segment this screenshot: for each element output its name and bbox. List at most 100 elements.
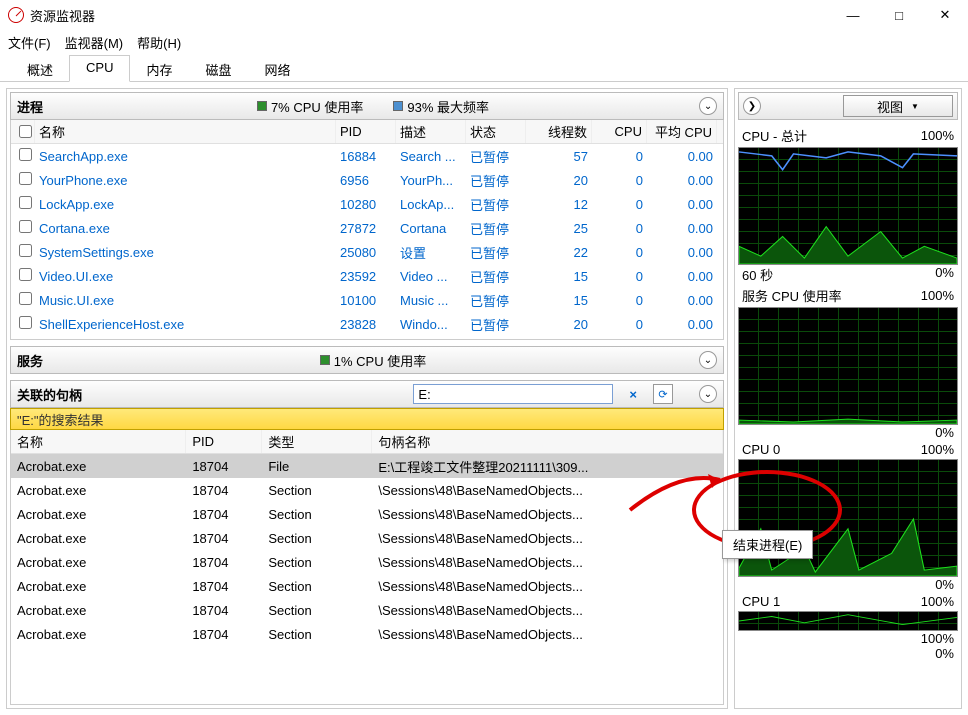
col-pid[interactable]: PID	[336, 120, 396, 143]
cell-pid: 10280	[336, 197, 396, 212]
row-checkbox[interactable]	[19, 148, 32, 161]
hcol-pid[interactable]: PID	[186, 430, 262, 453]
cell-cpu: 0	[592, 317, 647, 332]
window-title: 资源监视器	[30, 6, 830, 25]
services-title: 服务	[17, 351, 67, 370]
hcol-handle-name[interactable]: 句柄名称	[372, 430, 723, 453]
col-status[interactable]: 状态	[466, 120, 526, 143]
content: 进程 7% CPU 使用率 93% 最大频率 ⌄ 名称 PID 描述 状态 线程…	[0, 82, 968, 715]
minimize-button[interactable]: —	[830, 0, 876, 30]
row-checkbox[interactable]	[19, 196, 32, 209]
col-threads[interactable]: 线程数	[526, 120, 592, 143]
table-row[interactable]: Acrobat.exe 18704 Section \Sessions\48\B…	[11, 574, 723, 598]
cell-avg: 0.00	[647, 269, 717, 284]
cell-status: 已暂停	[466, 147, 526, 166]
table-row[interactable]: Acrobat.exe 18704 Section \Sessions\48\B…	[11, 622, 723, 646]
table-row[interactable]: Acrobat.exe 18704 File E:\工程竣工文件整理202111…	[11, 454, 723, 478]
chart-graph	[738, 459, 958, 577]
cell-desc: Windo...	[396, 317, 466, 332]
col-name[interactable]: 名称	[35, 120, 336, 143]
chart-block: 服务 CPU 使用率 100% 0%	[738, 284, 958, 440]
cell-pid: 18704	[186, 459, 262, 474]
row-checkbox[interactable]	[19, 268, 32, 281]
table-row[interactable]: LockApp.exe 10280 LockAp... 已暂停 12 0 0.0…	[11, 192, 723, 216]
cell-cpu: 0	[592, 173, 647, 188]
menu-help[interactable]: 帮助(H)	[137, 33, 181, 52]
col-desc[interactable]: 描述	[396, 120, 466, 143]
cell-handle: \Sessions\48\BaseNamedObjects...	[372, 555, 723, 570]
handles-title: 关联的句柄	[17, 385, 82, 404]
cell-avg: 0.00	[647, 173, 717, 188]
handle-search-input[interactable]	[413, 384, 613, 404]
table-row[interactable]: ShellExperienceHost.exe 23828 Windo... 已…	[11, 312, 723, 336]
chart-max: 100%	[921, 442, 954, 457]
row-checkbox[interactable]	[19, 220, 32, 233]
cell-pid: 27872	[336, 221, 396, 236]
col-avg-cpu[interactable]: 平均 CPU	[647, 120, 717, 143]
expand-icon[interactable]: ⌄	[699, 351, 717, 369]
hcol-name[interactable]: 名称	[11, 430, 186, 453]
cell-name: Acrobat.exe	[11, 531, 186, 546]
cell-handle: \Sessions\48\BaseNamedObjects...	[372, 483, 723, 498]
tab-cpu[interactable]: CPU	[69, 55, 130, 82]
cell-name: YourPhone.exe	[35, 173, 336, 188]
row-checkbox[interactable]	[19, 292, 32, 305]
chart-footer-left: 60 秒	[742, 265, 773, 284]
table-row[interactable]: YourPhone.exe 6956 YourPh... 已暂停 20 0 0.…	[11, 168, 723, 192]
cell-pid: 18704	[186, 507, 262, 522]
chart-block: CPU 0 100% 0%	[738, 440, 958, 592]
col-cpu[interactable]: CPU	[592, 120, 647, 143]
cell-avg: 0.00	[647, 149, 717, 164]
table-row[interactable]: Music.UI.exe 10100 Music ... 已暂停 15 0 0.…	[11, 288, 723, 312]
menu-monitor[interactable]: 监视器(M)	[65, 33, 124, 52]
table-row[interactable]: Acrobat.exe 18704 Section \Sessions\48\B…	[11, 598, 723, 622]
cell-desc: 设置	[396, 243, 466, 262]
row-checkbox[interactable]	[19, 172, 32, 185]
left-pane: 进程 7% CPU 使用率 93% 最大频率 ⌄ 名称 PID 描述 状态 线程…	[6, 88, 728, 709]
hcol-type[interactable]: 类型	[262, 430, 372, 453]
collapse-right-icon[interactable]: ❯	[743, 97, 761, 115]
chart-title: 服务 CPU 使用率	[742, 286, 842, 305]
cell-threads: 15	[526, 269, 592, 284]
tab-memory[interactable]: 内存	[129, 55, 189, 82]
cell-name: Acrobat.exe	[11, 483, 186, 498]
view-button[interactable]: 视图	[843, 95, 953, 117]
cell-name: Acrobat.exe	[11, 603, 186, 618]
select-all-checkbox[interactable]	[19, 125, 32, 138]
close-button[interactable]: ✕	[922, 0, 968, 30]
table-row[interactable]: Video.UI.exe 23592 Video ... 已暂停 15 0 0.…	[11, 264, 723, 288]
collapse-icon[interactable]: ⌄	[699, 97, 717, 115]
refresh-button[interactable]: ⟳	[653, 384, 673, 404]
services-header[interactable]: 服务 1% CPU 使用率 ⌄	[10, 346, 724, 374]
maximize-button[interactable]: □	[876, 0, 922, 30]
table-row[interactable]: Acrobat.exe 18704 Section \Sessions\48\B…	[11, 526, 723, 550]
table-row[interactable]: Cortana.exe 27872 Cortana 已暂停 25 0 0.00	[11, 216, 723, 240]
table-row[interactable]: SystemSettings.exe 25080 设置 已暂停 22 0 0.0…	[11, 240, 723, 264]
end-process-tooltip[interactable]: 结束进程(E)	[722, 530, 813, 559]
cell-status: 已暂停	[466, 315, 526, 334]
tab-network[interactable]: 网络	[248, 55, 308, 82]
menu-file[interactable]: 文件(F)	[8, 33, 51, 52]
cell-handle: \Sessions\48\BaseNamedObjects...	[372, 627, 723, 642]
services-cpu-stat: 1% CPU 使用率	[320, 351, 426, 370]
cell-name: Video.UI.exe	[35, 269, 336, 284]
chart-max: 100%	[921, 288, 954, 303]
clear-search-button[interactable]: ×	[629, 387, 637, 402]
cell-cpu: 0	[592, 293, 647, 308]
cell-name: ShellExperienceHost.exe	[35, 317, 336, 332]
row-checkbox[interactable]	[19, 244, 32, 257]
collapse-icon[interactable]: ⌄	[699, 385, 717, 403]
chart-title: CPU - 总计	[742, 126, 807, 145]
table-row[interactable]: Acrobat.exe 18704 Section \Sessions\48\B…	[11, 502, 723, 526]
tab-disk[interactable]: 磁盘	[188, 55, 248, 82]
table-row[interactable]: Acrobat.exe 18704 Section \Sessions\48\B…	[11, 550, 723, 574]
process-header[interactable]: 进程 7% CPU 使用率 93% 最大频率 ⌄	[10, 92, 724, 120]
row-checkbox[interactable]	[19, 316, 32, 329]
tab-overview[interactable]: 概述	[10, 55, 70, 82]
table-row[interactable]: Acrobat.exe 18704 Section \Sessions\48\B…	[11, 478, 723, 502]
cell-desc: Music ...	[396, 293, 466, 308]
cell-avg: 0.00	[647, 317, 717, 332]
table-row[interactable]: SearchApp.exe 16884 Search ... 已暂停 57 0 …	[11, 144, 723, 168]
cell-type: Section	[262, 603, 372, 618]
cell-avg: 0.00	[647, 197, 717, 212]
